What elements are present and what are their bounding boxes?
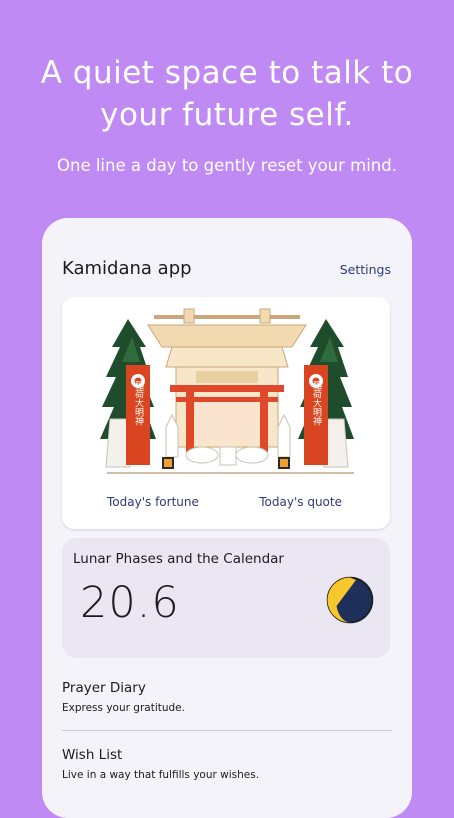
todays-fortune-link[interactable]: Today's fortune: [107, 495, 199, 509]
list-divider: [62, 730, 392, 731]
shrine-card: 稲荷大明神 稲荷大明神 Today's fortune Today's quot…: [62, 297, 390, 529]
lunar-card-title: Lunar Phases and the Calendar: [73, 551, 284, 567]
list-item-prayer-diary[interactable]: Prayer Diary Express your gratitude.: [62, 680, 392, 714]
app-title: Kamidana app: [62, 258, 192, 279]
banner-right: 稲荷大明神: [304, 365, 328, 465]
list-item-wish-list[interactable]: Wish List Live in a way that fulfills yo…: [62, 747, 392, 781]
list-item-title: Wish List: [62, 747, 123, 763]
moon-age-value: 20.6: [80, 578, 180, 628]
promo-title: A quiet space to talk to your future sel…: [0, 52, 454, 136]
list-item-title: Prayer Diary: [62, 680, 146, 696]
promo-title-line1: A quiet space to talk to: [40, 55, 414, 91]
phone-screen: Kamidana app Settings 稲荷大明神 稲荷大明神 Today'…: [42, 218, 412, 818]
list-item-subtitle: Live in a way that fulfills your wishes.: [62, 769, 260, 781]
promo-title-line2: your future self.: [100, 97, 354, 133]
kamidana-shrine-illustration[interactable]: 稲荷大明神 稲荷大明神: [92, 307, 362, 479]
promo-subtitle: One line a day to gently reset your mind…: [57, 156, 397, 175]
banner-right-text: 稲荷大明神: [311, 379, 322, 426]
list-item-subtitle: Express your gratitude.: [62, 702, 185, 714]
lunar-card[interactable]: Lunar Phases and the Calendar 20.6: [62, 538, 390, 658]
banner-left: 稲荷大明神: [126, 365, 150, 465]
banner-left-text: 稲荷大明神: [133, 379, 144, 426]
waning-gibbous-moon-icon: [326, 576, 374, 624]
todays-quote-link[interactable]: Today's quote: [259, 495, 342, 509]
settings-link[interactable]: Settings: [340, 262, 391, 277]
shrine-roof: [147, 308, 307, 368]
